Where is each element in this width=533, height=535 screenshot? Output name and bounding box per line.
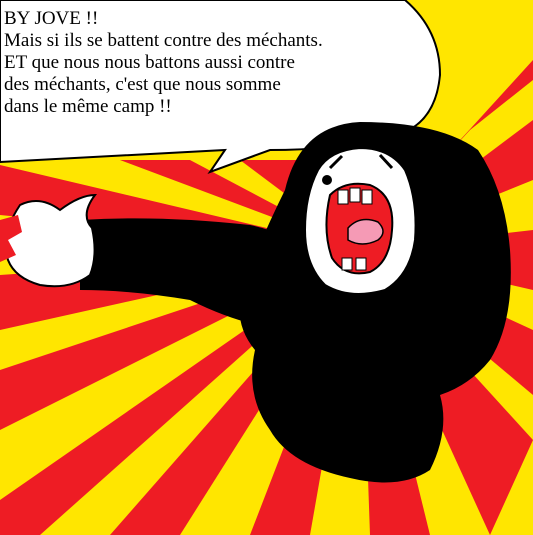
tooth	[361, 189, 373, 205]
left-pupil	[322, 175, 332, 185]
speech-line: ET que nous nous battons aussi contre	[4, 52, 295, 73]
speech-line: des méchants, c'est que nous somme	[4, 74, 281, 95]
tooth	[349, 187, 361, 203]
tooth	[337, 189, 349, 205]
speech-text: BY JOVE !! Mais si ils se battent contre…	[4, 8, 424, 118]
speech-line: Mais si ils se battent contre des méchan…	[4, 30, 323, 51]
speech-line: BY JOVE !!	[4, 8, 99, 29]
comic-panel: BY JOVE !! Mais si ils se battent contre…	[0, 0, 533, 535]
tooth	[355, 257, 367, 271]
tooth	[341, 257, 353, 271]
character-hand	[4, 193, 97, 288]
speech-line: dans le même camp !!	[4, 96, 172, 117]
tongue	[347, 218, 384, 245]
